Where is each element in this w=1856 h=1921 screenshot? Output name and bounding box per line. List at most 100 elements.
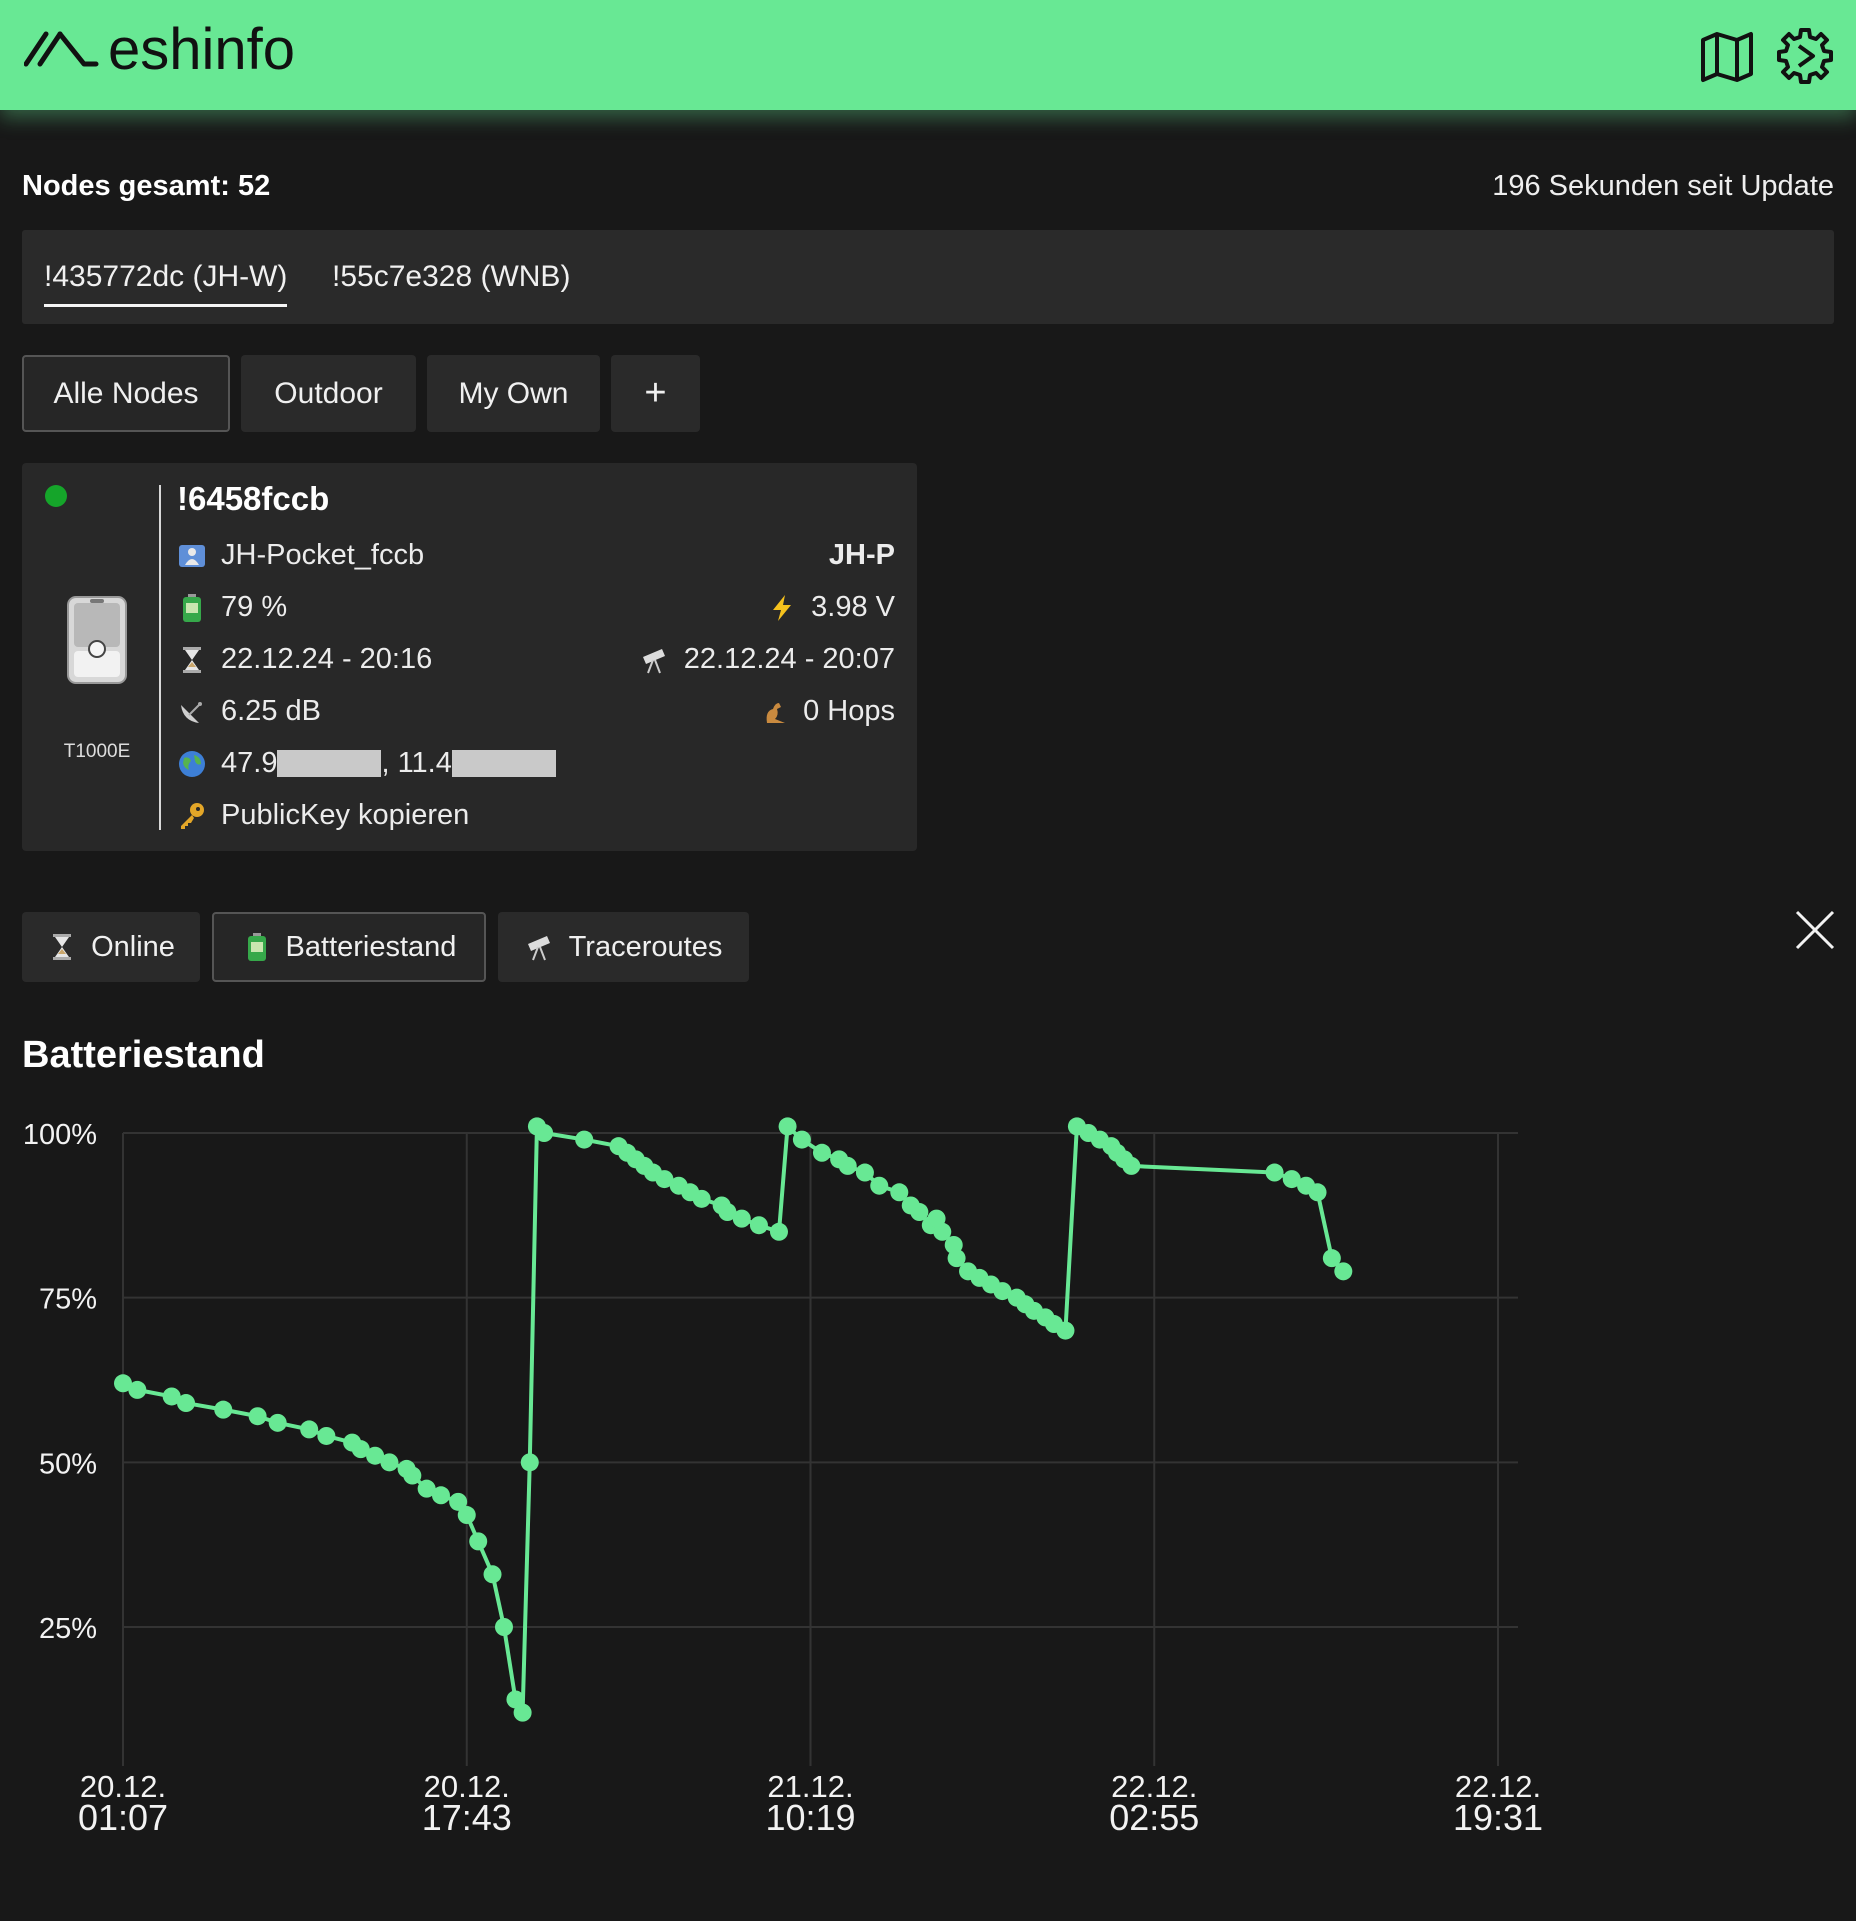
data-point	[669, 1176, 688, 1195]
data-point	[268, 1413, 287, 1432]
data-point	[981, 1275, 1000, 1294]
gear-icon[interactable]	[1775, 26, 1835, 86]
x-tick-time: 02:55	[1109, 1797, 1199, 1838]
data-point	[575, 1130, 594, 1149]
data-point	[317, 1426, 336, 1445]
battery-series-line	[122, 1124, 1345, 1715]
data-point	[947, 1249, 966, 1268]
data-point	[692, 1189, 711, 1208]
x-tick-date: 22.12.	[1111, 1769, 1197, 1804]
data-point	[1308, 1183, 1327, 1202]
data-point	[609, 1137, 628, 1156]
filter-outdoor-button[interactable]: Outdoor	[241, 355, 416, 432]
data-point	[535, 1124, 554, 1142]
data-point	[618, 1143, 637, 1162]
y-tick-label: 75%	[39, 1284, 97, 1316]
data-point	[944, 1235, 963, 1254]
data-point	[469, 1532, 488, 1551]
logo-mark-icon	[24, 31, 99, 67]
kangaroo-icon	[759, 697, 789, 727]
latitude: 47.9	[221, 747, 278, 779]
x-tick-date: 20.12.	[424, 1769, 510, 1804]
data-point	[1024, 1301, 1043, 1320]
data-point	[1297, 1176, 1316, 1195]
device-model: T1000E	[63, 741, 131, 762]
node-card[interactable]: T1000E !6458fccb JH-Pocket_fccb JH-P 79 …	[22, 463, 917, 851]
data-point	[1108, 1143, 1127, 1162]
battery-icon	[242, 932, 272, 962]
x-tick-time: 01:07	[78, 1797, 168, 1838]
view-traceroutes-label: Traceroutes	[568, 930, 723, 963]
close-icon[interactable]	[1795, 910, 1835, 950]
hops-count: 0 Hops	[803, 695, 895, 727]
node-short-name: JH-P	[828, 539, 895, 571]
data-point	[380, 1453, 399, 1472]
data-point	[1322, 1249, 1341, 1268]
hourglass-icon	[47, 932, 77, 962]
add-filter-button[interactable]: +	[611, 355, 700, 432]
filter-all-nodes-button[interactable]: Alle Nodes	[22, 355, 230, 432]
data-point	[769, 1222, 788, 1241]
data-point	[1122, 1156, 1141, 1175]
last-seen: 22.12.24 - 20:16	[221, 643, 433, 675]
last-traceroute: 22.12.24 - 20:07	[683, 643, 895, 675]
data-point	[128, 1380, 147, 1399]
device-image	[67, 596, 127, 684]
data-point	[351, 1440, 370, 1459]
data-point	[214, 1400, 233, 1419]
node-id: !6458fccb	[177, 480, 330, 517]
x-tick-date: 21.12.	[767, 1769, 853, 1804]
data-point	[870, 1176, 889, 1195]
tab-gateway-jh-w[interactable]: !435772dc (JH-W)	[44, 260, 288, 307]
data-point	[1056, 1321, 1075, 1340]
data-point	[993, 1282, 1012, 1301]
data-point	[712, 1196, 731, 1215]
tab-gateway-wnb[interactable]: !55c7e328 (WNB)	[332, 260, 570, 304]
data-point	[1067, 1117, 1086, 1136]
data-point	[397, 1459, 416, 1478]
data-point	[300, 1420, 319, 1439]
data-point	[890, 1183, 909, 1202]
data-point	[778, 1117, 797, 1136]
chart-title: Batteriestand	[22, 1034, 265, 1076]
node-row-times: 22.12.24 - 20:16 22.12.24 - 20:07	[177, 639, 895, 679]
x-tick-time: 19:31	[1453, 1797, 1543, 1838]
coord-separator: ,	[381, 747, 398, 779]
view-online-button[interactable]: Online	[22, 912, 200, 982]
copy-public-key-link[interactable]: PublicKey kopieren	[221, 799, 469, 832]
redacted-longitude	[451, 750, 556, 777]
data-point	[417, 1479, 436, 1498]
data-point	[177, 1394, 196, 1413]
filter-my-own-button[interactable]: My Own	[427, 355, 600, 432]
data-point	[732, 1209, 751, 1228]
data-point	[506, 1690, 525, 1709]
node-row-power: 79 % 3.98 V	[177, 587, 895, 627]
data-point	[1016, 1295, 1035, 1314]
data-point	[933, 1222, 952, 1241]
map-icon[interactable]	[1697, 26, 1757, 86]
lightning-icon	[767, 593, 797, 623]
data-point	[403, 1466, 422, 1485]
data-point	[1282, 1170, 1301, 1189]
data-point	[1265, 1163, 1284, 1182]
data-point	[635, 1156, 654, 1175]
app-header: eshinfo	[0, 0, 1856, 110]
brand-logo[interactable]: eshinfo	[24, 20, 295, 80]
data-point	[1079, 1124, 1098, 1142]
y-tick-label: 50%	[39, 1448, 97, 1480]
view-traceroutes-button[interactable]: Traceroutes	[498, 912, 749, 982]
view-online-label: Online	[91, 930, 175, 963]
data-point	[921, 1216, 940, 1235]
data-point	[1090, 1130, 1109, 1149]
x-tick-date: 20.12.	[80, 1769, 166, 1804]
node-row-pubkey[interactable]: PublicKey kopieren	[177, 795, 895, 835]
data-point	[248, 1407, 267, 1426]
person-icon	[177, 541, 207, 571]
gateway-tabs: !435772dc (JH-W) !55c7e328 (WNB)	[22, 230, 1834, 324]
data-point	[343, 1433, 362, 1452]
data-point	[1036, 1308, 1055, 1327]
battery-level: 79 %	[221, 591, 288, 623]
view-battery-button[interactable]: Batteriestand	[212, 912, 486, 982]
data-point	[520, 1453, 539, 1472]
data-point	[643, 1163, 662, 1182]
